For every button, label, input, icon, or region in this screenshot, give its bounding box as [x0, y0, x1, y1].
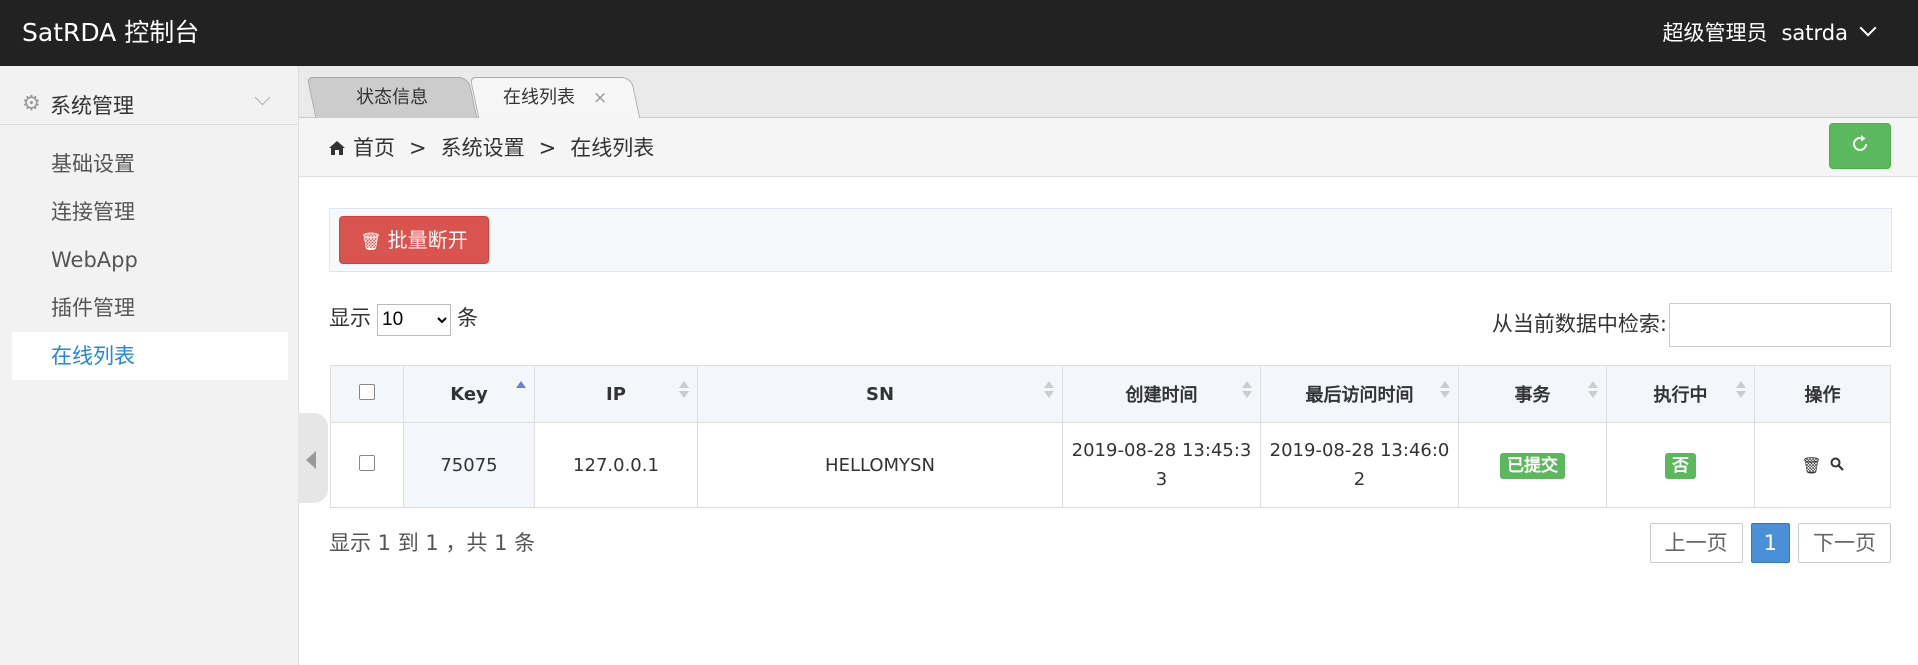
sidebar-group-label: 系统管理 [50, 94, 134, 118]
sidebar-menu: 基础设置 连接管理 WebApp 插件管理 在线列表 [12, 140, 288, 380]
online-list-table: Key IP SN 创建时间 最后访问时间 事务 执行中 操作 75075 12… [330, 365, 1891, 508]
sidebar-collapse-handle[interactable] [298, 413, 328, 503]
pagination: 上一页 1 下一页 [1642, 523, 1891, 563]
page-length-suffix: 条 [457, 306, 478, 330]
sort-icon [1588, 381, 1598, 401]
gear-icon: ⚙ [22, 91, 41, 115]
sidebar-item-basic-settings[interactable]: 基础设置 [12, 140, 288, 188]
breadcrumb-separator: > [409, 136, 427, 160]
row-select-cell [330, 422, 404, 508]
cell-sn: HELLOMYSN [697, 422, 1063, 508]
breadcrumb-current: 在线列表 [570, 136, 655, 160]
cell-actions: 🗑 [1754, 422, 1891, 508]
column-header-last-access-time[interactable]: 最后访问时间 [1260, 365, 1459, 423]
status-badge: 已提交 [1500, 452, 1565, 479]
sidebar-group-system-management[interactable]: ⚙ 系统管理 [0, 82, 298, 125]
search-label: 从当前数据中检索: [1491, 312, 1667, 336]
sidebar-item-connection-management[interactable]: 连接管理 [12, 188, 288, 236]
caret-left-icon [306, 451, 316, 469]
close-icon[interactable]: × [593, 88, 607, 108]
breadcrumb-bar: 首页 > 系统设置 > 在线列表 [299, 118, 1918, 177]
chevron-down-icon [1859, 19, 1877, 37]
tab-label: 在线列表 [502, 87, 575, 108]
page-length: 显示 10 条 [329, 302, 478, 336]
refresh-icon [1853, 135, 1867, 151]
row-checkbox[interactable] [359, 454, 375, 471]
select-all-header [330, 365, 404, 423]
column-header-running[interactable]: 执行中 [1606, 365, 1755, 423]
table-info: 显示 1 到 1 ，共 1 条 [329, 531, 536, 555]
breadcrumb-separator: > [538, 136, 557, 160]
column-header-sn[interactable]: SN [697, 365, 1063, 423]
page-length-prefix: 显示 [329, 306, 371, 330]
column-header-created-time[interactable]: 创建时间 [1062, 365, 1261, 423]
tab-label: 状态信息 [356, 87, 429, 108]
next-page-button[interactable]: 下一页 [1798, 523, 1891, 563]
user-role: 超级管理员 [1662, 21, 1768, 45]
column-header-actions: 操作 [1754, 365, 1891, 423]
batch-disconnect-label: 批量断开 [387, 228, 468, 252]
cell-created-time: 2019-08-28 13:45:3 3 [1062, 422, 1261, 508]
table-toolbar: 🗑 批量断开 [329, 208, 1892, 272]
prev-page-button[interactable]: 上一页 [1649, 523, 1743, 563]
batch-disconnect-button[interactable]: 🗑 批量断开 [339, 216, 489, 264]
sidebar-item-plugin-management[interactable]: 插件管理 [12, 284, 288, 332]
trash-icon[interactable]: 🗑 [1801, 456, 1821, 475]
sidebar-item-webapp[interactable]: WebApp [12, 236, 288, 284]
app-brand[interactable]: SatRDA 控制台 [22, 16, 199, 50]
tab-status-info[interactable]: 状态信息 [306, 77, 478, 118]
sidebar-item-online-list[interactable]: 在线列表 [12, 332, 288, 380]
column-header-key[interactable]: Key [403, 365, 535, 423]
breadcrumb: 首页 > 系统设置 > 在线列表 [329, 132, 654, 162]
page-length-select[interactable]: 10 [377, 303, 451, 336]
page-1-button[interactable]: 1 [1750, 523, 1790, 563]
chevron-down-icon [254, 89, 271, 106]
status-badge: 否 [1665, 452, 1696, 479]
table-search: 从当前数据中检索: [1492, 303, 1891, 347]
trash-icon: 🗑 [360, 232, 382, 252]
sort-icon [679, 381, 689, 401]
refresh-button[interactable] [1829, 123, 1891, 169]
tab-online-list[interactable]: 在线列表 × [469, 77, 641, 119]
search-input[interactable] [1669, 303, 1891, 347]
tab-bar: 状态信息 在线列表 × [299, 66, 1918, 119]
sort-icon [1440, 381, 1450, 401]
top-navbar: SatRDA 控制台 超级管理员 satrda [0, 0, 1918, 66]
sort-icon [516, 381, 526, 391]
breadcrumb-level1[interactable]: 系统设置 [441, 136, 525, 160]
column-header-ip[interactable]: IP [534, 365, 698, 423]
table-row: 75075 127.0.0.1 HELLOMYSN 2019-08-28 13:… [330, 422, 1891, 508]
cell-ip: 127.0.0.1 [534, 422, 698, 508]
select-all-checkbox[interactable] [359, 383, 375, 400]
cell-key: 75075 [403, 422, 535, 508]
table-header-row: Key IP SN 创建时间 最后访问时间 事务 执行中 操作 [330, 365, 1891, 423]
sort-icon [1242, 381, 1252, 401]
column-header-transaction[interactable]: 事务 [1458, 365, 1607, 423]
cell-transaction: 已提交 [1458, 422, 1607, 508]
sort-icon [1044, 381, 1054, 401]
sidebar: ⚙ 系统管理 基础设置 连接管理 WebApp 插件管理 在线列表 [0, 66, 299, 665]
breadcrumb-home[interactable]: 首页 [353, 136, 395, 160]
sort-icon [1736, 381, 1746, 401]
user-menu[interactable]: 超级管理员 satrda [1662, 18, 1877, 48]
home-icon [329, 136, 347, 160]
cell-running: 否 [1606, 422, 1755, 508]
username: satrda [1781, 21, 1848, 45]
cell-last-access-time: 2019-08-28 13:46:0 2 [1260, 422, 1459, 508]
search-icon[interactable] [1830, 456, 1844, 475]
